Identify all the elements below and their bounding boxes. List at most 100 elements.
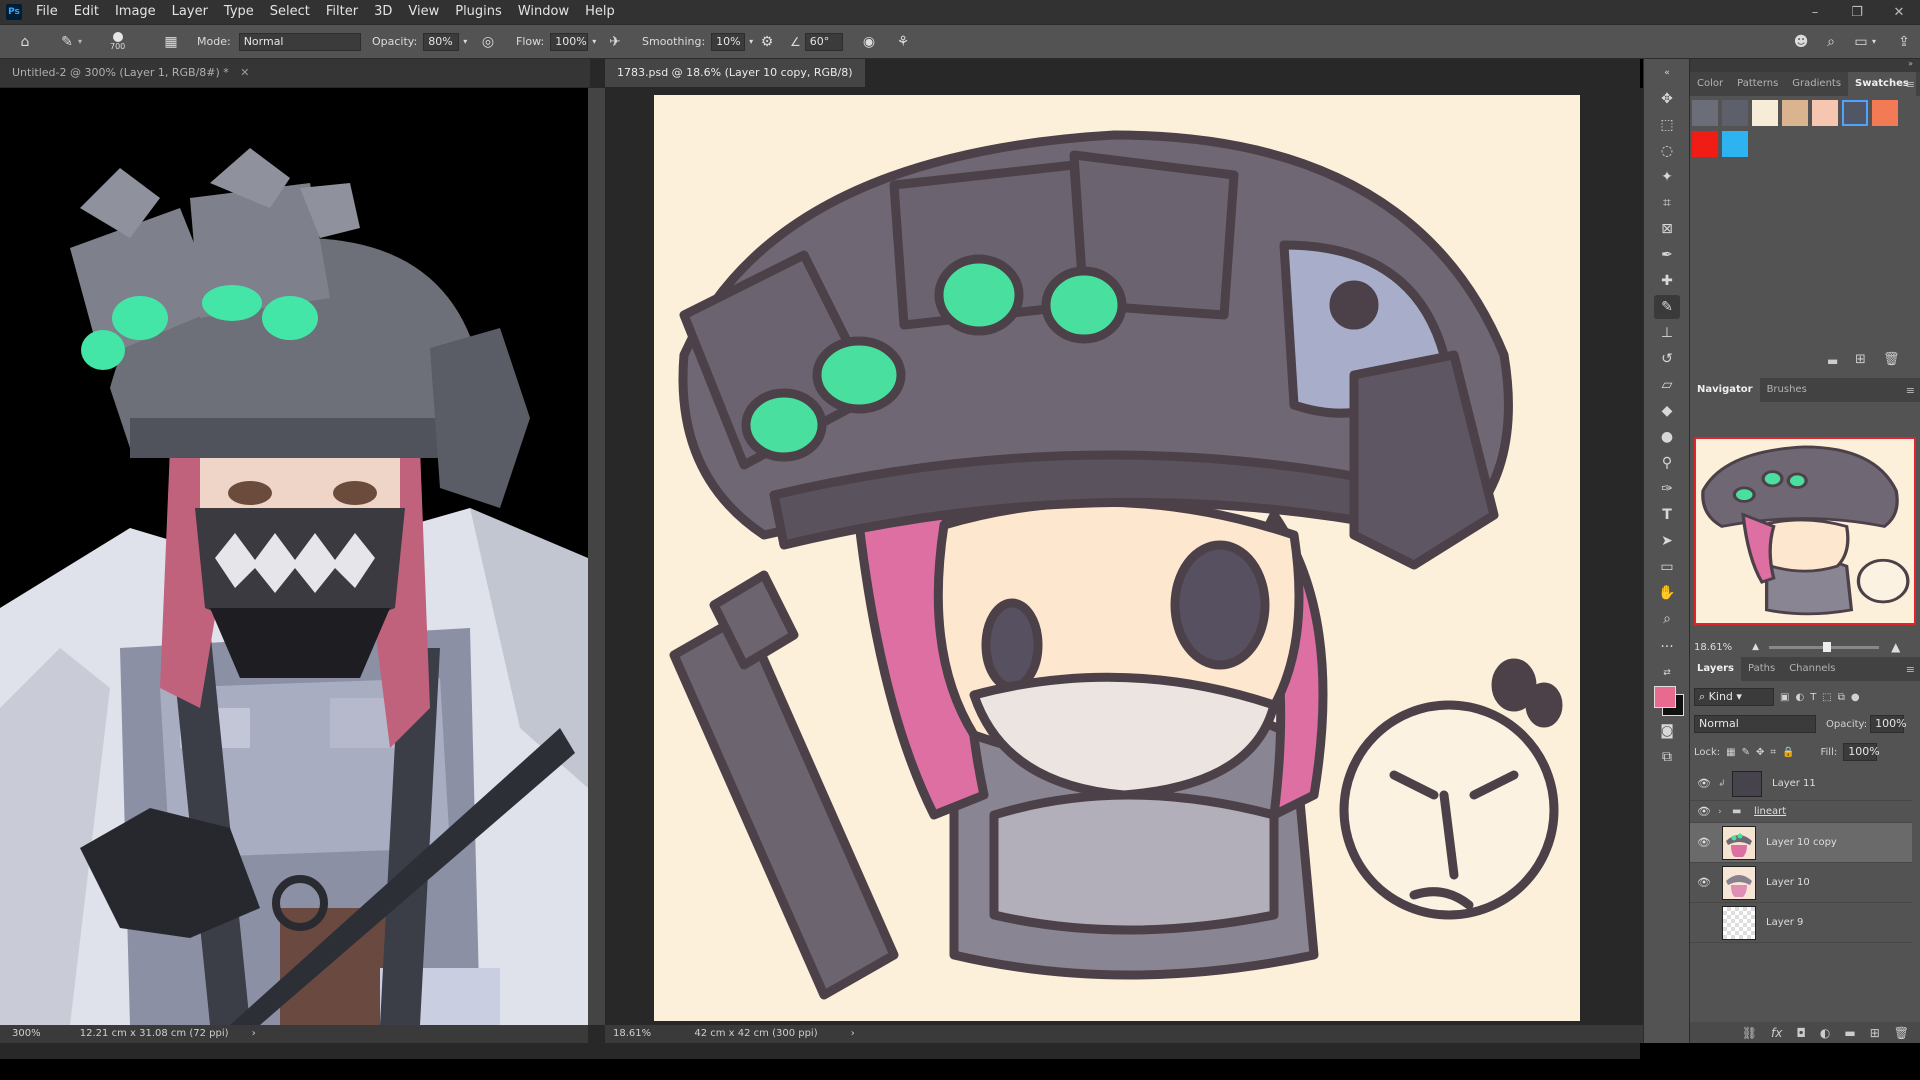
panel-menu-icon[interactable]: ≡ — [1906, 78, 1915, 91]
menu-type[interactable]: Type — [216, 0, 262, 24]
trash-icon[interactable]: 🗑 — [1883, 352, 1900, 367]
zoom-tool-icon[interactable]: ⌕ — [1654, 607, 1680, 631]
close-button[interactable]: ✕ — [1878, 0, 1920, 24]
layer-name[interactable]: Layer 11 — [1772, 778, 1816, 789]
menu-window[interactable]: Window — [510, 0, 577, 24]
tab-document-1[interactable]: Untitled-2 @ 300% (Layer 1, RGB/8#) * ✕ — [0, 59, 590, 87]
lock-position-icon[interactable]: ✥ — [1756, 747, 1764, 758]
more-tools-icon[interactable]: ··· — [1654, 635, 1680, 659]
folder-icon[interactable]: ▬ — [1827, 354, 1838, 368]
menu-edit[interactable]: Edit — [66, 0, 107, 24]
eye-icon[interactable]: 👁 — [1690, 805, 1718, 818]
lock-pixels-icon[interactable]: ✎ — [1742, 747, 1750, 758]
layer-row[interactable]: 👁 ↲ Layer 11 — [1690, 767, 1912, 801]
color-swatch[interactable] — [1692, 100, 1718, 126]
layer-kind-filter[interactable]: ⌕ Kind ▾ — [1694, 688, 1774, 706]
layer-row[interactable]: · Layer 9 — [1690, 903, 1912, 943]
panel-menu-icon[interactable]: ≡ — [1906, 384, 1915, 397]
eye-icon[interactable]: 👁 — [1690, 777, 1718, 790]
airbrush-icon[interactable]: ✈ — [604, 31, 626, 53]
restore-button[interactable]: ❐ — [1836, 0, 1878, 24]
menu-filter[interactable]: Filter — [318, 0, 366, 24]
layer-opacity-field[interactable]: 100% — [1870, 715, 1907, 733]
close-icon[interactable]: ✕ — [240, 66, 249, 79]
home-icon[interactable]: ⌂ — [14, 31, 36, 53]
lock-all-icon[interactable]: 🔒 — [1782, 747, 1794, 758]
color-swatch[interactable] — [1842, 100, 1868, 126]
tab-navigator[interactable]: Navigator — [1690, 378, 1760, 402]
eye-hidden-icon[interactable]: · — [1690, 916, 1718, 929]
flow-field[interactable]: 100% — [550, 32, 589, 51]
rectangle-tool-icon[interactable]: ▭ — [1654, 555, 1680, 579]
menu-plugins[interactable]: Plugins — [447, 0, 510, 24]
new-swatch-icon[interactable]: ⊞ — [1855, 352, 1866, 367]
pressure-opacity-icon[interactable]: ◎ — [477, 31, 499, 53]
workspace-icon[interactable]: ▭ — [1850, 31, 1872, 53]
color-swatch[interactable] — [1782, 100, 1808, 126]
menu-view[interactable]: View — [400, 0, 447, 24]
adjustment-filter-icon[interactable]: ◐ — [1795, 692, 1804, 703]
color-swatch[interactable] — [1872, 100, 1898, 126]
smoothing-chevron-icon[interactable]: ▾ — [749, 37, 753, 46]
pixel-filter-icon[interactable]: ▣ — [1780, 692, 1789, 703]
symmetry-icon[interactable]: ⚘ — [892, 31, 914, 53]
layer-group-row[interactable]: 👁 › ▬ lineart — [1690, 801, 1912, 823]
crop-tool-icon[interactable]: ⌗ — [1654, 191, 1680, 215]
tab-brushes[interactable]: Brushes — [1760, 378, 1814, 402]
chevron-right-icon[interactable]: › — [851, 1028, 855, 1039]
link-layers-icon[interactable]: ⛓ — [1742, 1026, 1757, 1040]
active-canvas[interactable] — [654, 95, 1580, 1021]
navigator-zoom-slider[interactable] — [1769, 641, 1880, 652]
zoom-readout[interactable]: 300% — [12, 1028, 41, 1039]
new-layer-icon[interactable]: ⊞ — [1870, 1026, 1880, 1040]
quick-mask-icon[interactable]: ◙ — [1654, 719, 1680, 743]
gear-icon[interactable]: ⚙ — [756, 31, 778, 53]
layer-name[interactable]: Layer 10 copy — [1766, 837, 1837, 848]
eye-icon[interactable]: 👁 — [1690, 836, 1718, 849]
pressure-size-icon[interactable]: ◉ — [858, 31, 880, 53]
brush-tool-preset-icon[interactable]: ✎ — [56, 31, 78, 53]
tab-gradients[interactable]: Gradients — [1785, 72, 1848, 96]
blend-mode-select[interactable]: Normal — [1694, 715, 1816, 733]
shape-filter-icon[interactable]: ⬚ — [1822, 692, 1831, 703]
dodge-tool-icon[interactable]: ⚲ — [1654, 451, 1680, 475]
navigator-zoom-value[interactable]: 18.61% — [1694, 642, 1732, 653]
blur-tool-icon[interactable]: ● — [1654, 425, 1680, 449]
magic-wand-tool-icon[interactable]: ✦ — [1654, 165, 1680, 189]
chevron-right-icon[interactable]: › — [1718, 807, 1732, 817]
slider-thumb[interactable] — [1823, 641, 1832, 652]
path-selection-tool-icon[interactable]: ➤ — [1654, 529, 1680, 553]
opacity-field[interactable]: 80% — [423, 32, 460, 51]
move-tool-icon[interactable]: ✥ — [1654, 87, 1680, 111]
color-swatch[interactable] — [1692, 131, 1718, 157]
flow-chevron-icon[interactable]: ▾ — [592, 37, 596, 46]
collapse-icon[interactable]: « — [1654, 61, 1680, 85]
eyedropper-tool-icon[interactable]: ✒ — [1654, 243, 1680, 267]
menu-help[interactable]: Help — [577, 0, 623, 24]
minimize-button[interactable]: – — [1794, 0, 1836, 24]
zoom-readout[interactable]: 18.61% — [613, 1028, 651, 1039]
mode-select[interactable]: Normal — [238, 32, 361, 51]
menu-3d[interactable]: 3D — [366, 0, 400, 24]
lasso-tool-icon[interactable]: ◌ — [1654, 139, 1680, 163]
hand-tool-icon[interactable]: ✋ — [1654, 581, 1680, 605]
tab-paths[interactable]: Paths — [1741, 657, 1782, 681]
menu-image[interactable]: Image — [107, 0, 164, 24]
share-icon[interactable]: ⇪ — [1893, 31, 1915, 53]
pen-tool-icon[interactable]: ✑ — [1654, 477, 1680, 501]
brush-settings-icon[interactable]: ▦ — [160, 31, 182, 53]
type-filter-icon[interactable]: T — [1810, 692, 1816, 703]
healing-brush-tool-icon[interactable]: ✚ — [1654, 269, 1680, 293]
filter-toggle-icon[interactable]: ● — [1851, 692, 1860, 703]
color-swatch[interactable] — [1752, 100, 1778, 126]
search-icon[interactable]: ⌕ — [1820, 31, 1842, 53]
angle-field[interactable]: 60° — [804, 32, 843, 51]
layer-name[interactable]: Layer 10 — [1766, 877, 1810, 888]
add-mask-icon[interactable]: ◘ — [1796, 1026, 1806, 1040]
trash-icon[interactable]: 🗑 — [1894, 1026, 1909, 1040]
reference-canvas[interactable] — [0, 88, 588, 1025]
new-group-icon[interactable]: ▬ — [1844, 1026, 1855, 1040]
type-tool-icon[interactable]: T — [1654, 503, 1680, 527]
menu-select[interactable]: Select — [262, 0, 318, 24]
color-swatch[interactable] — [1812, 100, 1838, 126]
